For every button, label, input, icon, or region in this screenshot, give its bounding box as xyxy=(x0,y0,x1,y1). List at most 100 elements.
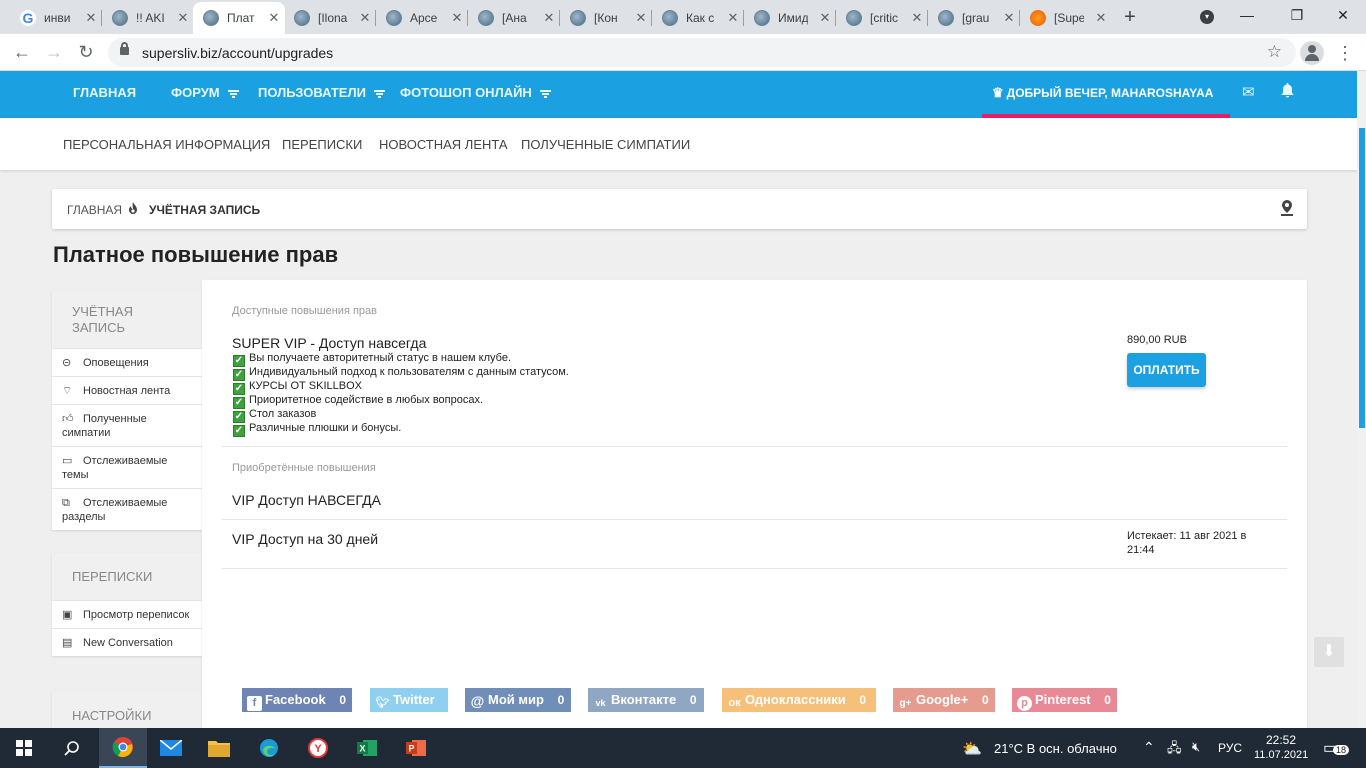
browser-tab[interactable]: !! AKI ✕ xyxy=(102,4,190,32)
address-bar[interactable]: supersliv.biz/account/upgrades ☆ xyxy=(108,38,1296,67)
sidebar-item-watched-forums[interactable]: ⧉ Отслеживаемые разделы xyxy=(52,488,202,530)
breadcrumb-home[interactable]: ГЛАВНАЯ xyxy=(67,203,122,217)
close-icon[interactable]: ✕ xyxy=(634,10,648,26)
mail-taskbar-icon[interactable] xyxy=(147,728,195,768)
subnav-news-feed[interactable]: НОВОСТНАЯ ЛЕНТА xyxy=(379,137,508,152)
yandex-browser-icon[interactable]: Y xyxy=(294,728,342,768)
profile-avatar-icon[interactable] xyxy=(1300,41,1324,65)
share-googleplus-button[interactable]: g+ Google+ 0 xyxy=(893,688,995,712)
browser-tab[interactable]: [Ана ✕ xyxy=(468,4,556,32)
user-greeting[interactable]: ♛ ДОБРЫЙ ВЕЧЕР, MAHAROSHAYAA xyxy=(982,71,1230,118)
file-explorer-icon[interactable] xyxy=(195,728,243,768)
share-twitter-button[interactable]: 🐦︎ Twitter xyxy=(370,688,448,712)
weather-cloud-icon[interactable]: ⛅ xyxy=(962,739,982,759)
close-icon[interactable]: ✕ xyxy=(726,10,740,26)
feature-item: ✓ Различные плюшки и бонусы. xyxy=(233,422,402,437)
share-mymir-button[interactable]: @ Мой мир 0 xyxy=(465,688,571,712)
weather-text[interactable]: 21°C В осн. облачно xyxy=(994,741,1117,756)
site-icon xyxy=(386,10,402,26)
close-window-button[interactable]: ✕ xyxy=(1333,4,1353,26)
subnav-personal-info[interactable]: ПЕРСОНАЛЬНАЯ ИНФОРМАЦИЯ xyxy=(63,137,270,152)
network-icon[interactable]: 🖧︎ xyxy=(1167,739,1182,761)
filter-icon[interactable] xyxy=(373,89,385,98)
filter-icon[interactable] xyxy=(539,89,551,98)
reload-icon[interactable]: ↻ xyxy=(74,40,98,64)
browser-tab[interactable]: Gинви ✕ xyxy=(10,4,98,32)
bookmark-star-icon[interactable]: ☆ xyxy=(1267,42,1282,62)
comments-icon: ⧉ xyxy=(62,497,70,509)
sidebar-item-alerts[interactable]: ⊝ Оповещения xyxy=(52,348,202,376)
volume-icon[interactable]: 🔇︎ xyxy=(1192,739,1200,755)
close-icon[interactable]: ✕ xyxy=(358,10,372,26)
map-pin-icon[interactable] xyxy=(1281,200,1293,216)
clock-date[interactable]: 11.07.2021 xyxy=(1254,749,1308,761)
browser-tab[interactable]: [Ilona ✕ xyxy=(284,4,372,32)
browser-tab[interactable]: Арсе ✕ xyxy=(376,4,464,32)
odnoklassniki-icon: ок xyxy=(728,697,741,709)
browser-tab-active[interactable]: Плат ✕ xyxy=(193,2,285,34)
browser-tab[interactable]: [grau ✕ xyxy=(928,4,1016,32)
subnav-conversations[interactable]: ПЕРЕПИСКИ xyxy=(282,137,362,152)
close-icon[interactable]: ✕ xyxy=(910,10,924,26)
browser-tab[interactable]: Имид ✕ xyxy=(744,4,832,32)
google-plus-icon: g+ xyxy=(899,698,912,709)
close-icon[interactable]: ✕ xyxy=(818,10,832,26)
sidebar-item-view-conversations[interactable]: ▣ Просмотр переписок xyxy=(52,600,202,628)
share-odnoklassniki-button[interactable]: ок Одноклассники 0 xyxy=(722,688,876,712)
back-icon[interactable]: ← xyxy=(10,40,34,64)
close-icon[interactable]: ✕ xyxy=(84,10,98,26)
close-icon[interactable]: ✕ xyxy=(176,10,190,26)
powerpoint-icon[interactable]: P xyxy=(392,728,440,768)
edge-icon[interactable] xyxy=(245,728,293,768)
upgrade-title: SUPER VIP - Доступ навсегда xyxy=(232,335,427,351)
sidebar-item-likes[interactable]: 👍︎ Полученные симпатии xyxy=(52,404,202,446)
clock-time[interactable]: 22:52 xyxy=(1266,733,1296,747)
maximize-button[interactable]: ❐ xyxy=(1287,4,1307,26)
browser-tab[interactable]: [Supe ✕ xyxy=(1020,4,1108,32)
url-text[interactable]: supersliv.biz/account/upgrades xyxy=(142,45,333,61)
share-vkontakte-button[interactable]: vk Вконтакте 0 xyxy=(588,688,704,712)
search-icon[interactable] xyxy=(48,728,96,768)
browser-tab[interactable]: [critic ✕ xyxy=(836,4,924,32)
feature-item: ✓ Вы получаете авторитетный статус в наше… xyxy=(233,352,512,367)
page-scrollbar-thumb[interactable] xyxy=(1359,128,1365,428)
close-icon[interactable]: ✕ xyxy=(267,10,281,26)
sidebar-item-news-feed[interactable]: ⌔ Новостная лента xyxy=(52,376,202,404)
browser-tab[interactable]: Как с ✕ xyxy=(652,4,740,32)
feature-list: ✓ Вы получаете авторитетный статус в наше… xyxy=(233,351,569,437)
nav-home[interactable]: ГЛАВНАЯ xyxy=(73,71,136,118)
windows-start-icon[interactable] xyxy=(0,728,48,768)
twitter-icon: 🐦︎ xyxy=(375,697,390,709)
chrome-taskbar-icon[interactable] xyxy=(99,728,147,768)
close-icon[interactable]: ✕ xyxy=(1002,10,1016,26)
menu-dots-icon[interactable]: ⋮ xyxy=(1336,41,1354,65)
share-pinterest-button[interactable]: p Pinterest 0 xyxy=(1012,688,1117,712)
chevron-up-icon[interactable]: ⌃ xyxy=(1143,739,1155,756)
nav-photoshop[interactable]: ФОТОШОП ОНЛАЙН xyxy=(400,71,551,118)
subnav-received-likes[interactable]: ПОЛУЧЕННЫЕ СИМПАТИИ xyxy=(521,137,690,152)
new-tab-button[interactable]: + xyxy=(1120,5,1140,29)
windows-taskbar: Y X P ⛅ 21°C В осн. облачно ⌃ 🖧︎ 🔇︎ РУС … xyxy=(0,728,1366,768)
minimize-button[interactable]: — xyxy=(1237,4,1257,26)
language-indicator[interactable]: РУС xyxy=(1218,741,1242,755)
browser-tab[interactable]: [Кон ✕ xyxy=(560,4,648,32)
sidebar-item-new-conversation[interactable]: ▤ New Conversation xyxy=(52,628,202,656)
inbox-icon: ▣ xyxy=(62,609,73,621)
scroll-down-button[interactable]: ⬇ xyxy=(1314,637,1344,667)
excel-icon[interactable]: X xyxy=(343,728,391,768)
close-icon[interactable]: ✕ xyxy=(1094,10,1108,26)
divider xyxy=(222,446,1287,447)
nav-users[interactable]: ПОЛЬЗОВАТЕЛИ xyxy=(258,71,385,118)
pay-button[interactable]: ОПЛАТИТЬ xyxy=(1127,353,1206,387)
inbox-envelope-icon[interactable]: ✉ xyxy=(1242,83,1255,101)
expiry-text: Истекает: 11 авг 2021 в 21:44 xyxy=(1127,530,1247,556)
close-icon[interactable]: ✕ xyxy=(542,10,556,26)
sidebar-item-watched-threads[interactable]: ▭ Отслеживаемые темы xyxy=(52,446,202,488)
tab-search-icon[interactable]: ▾ xyxy=(1200,10,1214,24)
forward-icon[interactable]: → xyxy=(42,40,66,64)
close-icon[interactable]: ✕ xyxy=(450,10,464,26)
nav-forum[interactable]: ФОРУМ xyxy=(171,71,239,118)
share-facebook-button[interactable]: f Facebook 0 xyxy=(242,688,352,712)
filter-icon[interactable] xyxy=(227,89,239,98)
bell-icon[interactable] xyxy=(1281,83,1294,102)
